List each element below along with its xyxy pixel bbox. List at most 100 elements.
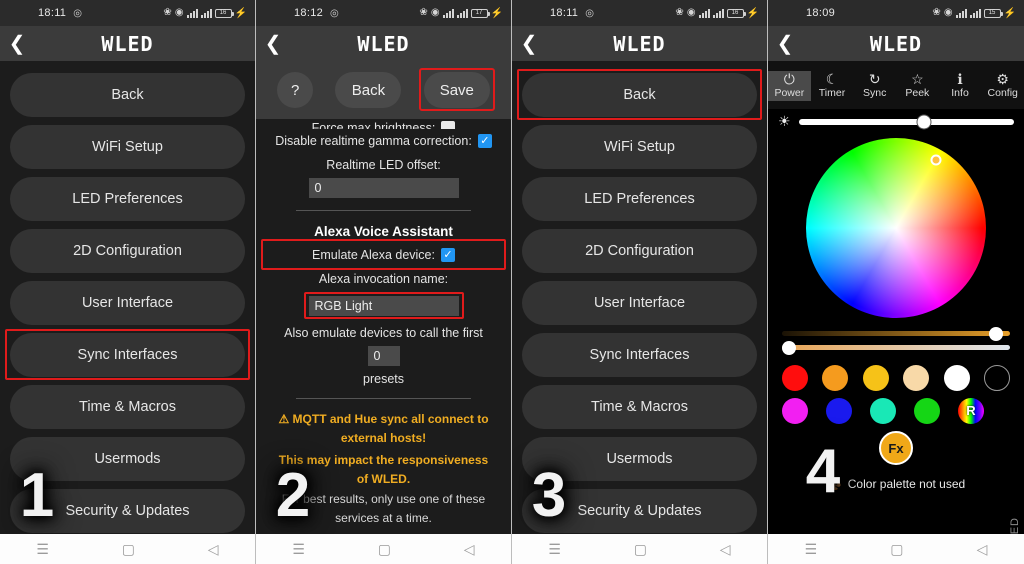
- menu-item-usermods[interactable]: Usermods: [10, 437, 245, 481]
- swatch-rainbow[interactable]: R: [958, 398, 984, 424]
- brightness-slider[interactable]: [798, 115, 1014, 128]
- status-bar: 18:09 ❀ ◉ 15 ⚡: [768, 0, 1024, 26]
- android-nav-bar: ☰ ▢ ◁: [0, 534, 255, 564]
- menu-item-back[interactable]: Back: [10, 73, 245, 117]
- menu-item-led-preferences[interactable]: LED Preferences: [10, 177, 245, 221]
- gamma-correction-checkbox[interactable]: ✓: [477, 134, 492, 148]
- help-button[interactable]: ?: [277, 72, 314, 108]
- signal-bars-2-icon: [712, 8, 724, 18]
- back-button[interactable]: Back: [335, 72, 402, 108]
- nav-menu-icon[interactable]: ☰: [36, 541, 49, 558]
- swatch-white[interactable]: [943, 365, 970, 391]
- menu-item-2d-configuration[interactable]: 2D Configuration: [522, 229, 757, 273]
- nav-back-icon[interactable]: ◁: [208, 541, 219, 558]
- note-line-1: For best results, only use one of these …: [281, 492, 486, 525]
- menu-item-wifi-setup[interactable]: WiFi Setup: [10, 125, 245, 169]
- menu-item-back[interactable]: Back: [517, 69, 762, 120]
- nav-menu-icon[interactable]: ☰: [805, 541, 818, 558]
- topnav-config[interactable]: ⚙ Config: [981, 71, 1024, 100]
- status-icons: ❀ ◉ 17 ⚡: [419, 8, 503, 19]
- signal-bars-icon: [955, 8, 967, 18]
- status-time: 18:11: [38, 7, 67, 19]
- back-chevron-icon[interactable]: ❮: [256, 34, 290, 54]
- realtime-led-offset-input[interactable]: 0: [308, 178, 459, 198]
- menu-item-time-macros[interactable]: Time & Macros: [10, 385, 245, 429]
- force-max-brightness-checkbox[interactable]: [441, 121, 456, 129]
- back-chevron-icon[interactable]: ❮: [0, 34, 34, 54]
- presets-label: presets: [363, 372, 404, 386]
- also-emulate-input[interactable]: 0: [367, 346, 400, 366]
- swatch-red[interactable]: [782, 365, 808, 391]
- menu-item-sync-interfaces[interactable]: Sync Interfaces: [5, 329, 250, 380]
- swatch-orange[interactable]: [822, 365, 849, 391]
- battery-icon: 17: [470, 8, 490, 18]
- fx-button[interactable]: Fx: [879, 431, 913, 465]
- topnav-sync[interactable]: ↻ Sync: [853, 71, 896, 100]
- menu-item-sync-interfaces[interactable]: Sync Interfaces: [522, 333, 757, 377]
- topnav-info[interactable]: ℹ Info: [939, 71, 982, 100]
- menu-item-security-updates[interactable]: Security & Updates: [522, 489, 757, 533]
- nav-home-icon[interactable]: ▢: [122, 541, 135, 558]
- wifi-icon: ◉: [174, 7, 184, 18]
- invocation-name-input[interactable]: RGB Light: [303, 292, 464, 319]
- swatch-amber[interactable]: [862, 365, 889, 391]
- nav-home-icon[interactable]: ▢: [890, 541, 903, 558]
- nav-back-icon[interactable]: ◁: [720, 541, 731, 558]
- hsv-color-wheel[interactable]: [806, 138, 986, 318]
- menu-item-user-interface[interactable]: User Interface: [10, 281, 245, 325]
- white-channel-slider[interactable]: [781, 340, 1010, 355]
- topnav-power-label: Power: [774, 87, 805, 100]
- swatch-blue[interactable]: [826, 398, 852, 424]
- warm-white-slider-knob[interactable]: [989, 326, 1004, 341]
- alexa-section-title: Alexa Voice Assistant: [314, 224, 453, 239]
- signal-bars-2-icon: [969, 8, 981, 18]
- info-icon: ℹ: [957, 71, 963, 88]
- color-wheel-selector[interactable]: [930, 154, 942, 166]
- gamma-correction-label: Disable realtime gamma correction:: [275, 134, 472, 148]
- white-channel-slider-knob[interactable]: [781, 340, 796, 355]
- realtime-led-offset-row: Realtime LED offset: 0: [266, 153, 501, 203]
- nav-menu-icon[interactable]: ☰: [548, 541, 561, 558]
- menu-item-2d-configuration[interactable]: 2D Configuration: [10, 229, 245, 273]
- save-button[interactable]: Save: [418, 68, 495, 111]
- menu-item-user-interface[interactable]: User Interface: [522, 281, 757, 325]
- bluetooth-icon: ❀: [163, 7, 172, 18]
- bluetooth-icon: ❀: [675, 7, 684, 18]
- menu-item-wifi-setup[interactable]: WiFi Setup: [522, 125, 757, 169]
- gamma-correction-row: Disable realtime gamma correction: ✓: [266, 129, 501, 153]
- warm-white-slider[interactable]: [782, 326, 1010, 341]
- topnav-config-label: Config: [987, 87, 1018, 100]
- nav-back-icon[interactable]: ◁: [464, 541, 475, 558]
- brightness-slider-knob[interactable]: [917, 115, 931, 128]
- also-emulate-label: Also emulate devices to call the first: [284, 326, 483, 340]
- realtime-led-offset-label: Realtime LED offset:: [326, 158, 441, 172]
- palette-status-row[interactable]: 🎨 Color palette not used: [768, 477, 1024, 491]
- swatch-green[interactable]: [914, 398, 940, 424]
- swatch-magenta[interactable]: [782, 398, 808, 424]
- menu-item-usermods[interactable]: Usermods: [522, 437, 757, 481]
- android-nav-bar: ☰ ▢ ◁: [256, 534, 511, 564]
- settings-menu-list: Back WiFi Setup LED Preferences 2D Confi…: [512, 61, 767, 533]
- charging-bolt-icon: ⚡: [490, 7, 503, 19]
- back-chevron-icon[interactable]: ❮: [768, 34, 802, 54]
- menu-item-led-preferences[interactable]: LED Preferences: [522, 177, 757, 221]
- topnav-peek[interactable]: ☆ Peek: [896, 71, 939, 100]
- nav-home-icon[interactable]: ▢: [378, 541, 391, 558]
- swatch-turquoise[interactable]: [870, 398, 896, 424]
- topnav-power[interactable]: ⏻ Power: [768, 71, 811, 101]
- back-chevron-icon[interactable]: ❮: [512, 34, 546, 54]
- topnav-timer[interactable]: ☾ Timer: [811, 71, 854, 100]
- topnav-sync-label: Sync: [863, 87, 887, 100]
- app-bar: ❮ WLED: [0, 26, 255, 61]
- menu-item-time-macros[interactable]: Time & Macros: [522, 385, 757, 429]
- nav-menu-icon[interactable]: ☰: [292, 541, 305, 558]
- emulate-alexa-checkbox[interactable]: ✓: [441, 248, 455, 262]
- nav-home-icon[interactable]: ▢: [634, 541, 647, 558]
- nav-back-icon[interactable]: ◁: [977, 541, 988, 558]
- app-bar: ❮ WLED: [256, 26, 511, 61]
- brightness-icon: ☀: [778, 113, 791, 129]
- menu-item-security-updates[interactable]: Security & Updates: [10, 489, 245, 533]
- swatch-cream[interactable]: [903, 365, 930, 391]
- signal-bars-2-icon: [200, 8, 212, 18]
- swatch-black[interactable]: [983, 365, 1010, 391]
